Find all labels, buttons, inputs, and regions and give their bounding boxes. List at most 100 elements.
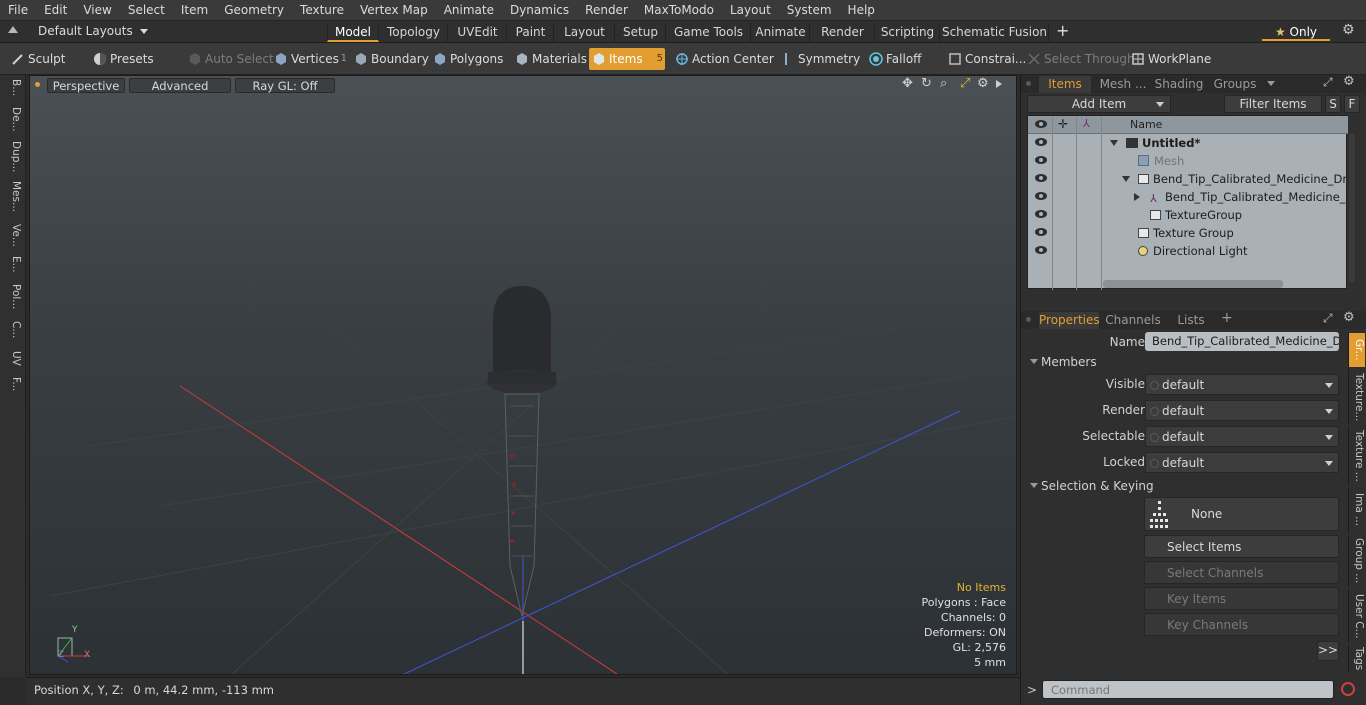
tab-properties[interactable]: Properties xyxy=(1039,312,1100,329)
tab-game-tools[interactable]: Game Tools xyxy=(667,23,751,42)
side-tab-texture-1[interactable]: Texture... xyxy=(1348,369,1365,425)
visibility-eye-icon[interactable] xyxy=(1035,156,1047,164)
tree-row-scene[interactable]: Untitled* xyxy=(1028,134,1348,152)
select-channels-button[interactable]: Select Channels xyxy=(1144,561,1339,584)
tree-row-directional-light[interactable]: Directional Light xyxy=(1028,242,1348,260)
side-tab-image[interactable]: Ima ... xyxy=(1348,487,1365,533)
advanced-button[interactable]: Advanced xyxy=(129,78,231,93)
expand-arrow-icon[interactable] xyxy=(1122,176,1130,182)
menu-render[interactable]: Render xyxy=(577,0,636,21)
filter-items-input[interactable]: Filter Items xyxy=(1224,95,1322,113)
tab-lists[interactable]: Lists xyxy=(1167,312,1215,329)
expand-arrow-icon[interactable] xyxy=(1110,140,1118,146)
menu-maxtomodo[interactable]: MaxToModo xyxy=(636,0,722,21)
s-filter-button[interactable]: S xyxy=(1325,95,1341,113)
expand-panel-icon[interactable]: ⤢ xyxy=(1323,75,1333,90)
add-tab-icon[interactable]: + xyxy=(1056,21,1069,40)
add-tab-icon[interactable]: + xyxy=(1221,310,1233,326)
auto-select-button[interactable]: Auto Select xyxy=(185,48,274,70)
menu-edit[interactable]: Edit xyxy=(36,0,75,21)
members-section[interactable]: Members xyxy=(1027,353,1347,371)
viewport-menu-dot[interactable] xyxy=(35,82,40,87)
f-filter-button[interactable]: F xyxy=(1344,95,1360,113)
falloff-button[interactable]: Falloff xyxy=(866,48,938,70)
tab-model[interactable]: Model xyxy=(327,23,379,42)
add-item-button[interactable]: Add Item xyxy=(1027,95,1171,113)
collapse-icon[interactable] xyxy=(8,26,18,33)
tab-layout[interactable]: Layout xyxy=(555,23,615,42)
visibility-eye-icon[interactable] xyxy=(1035,192,1047,200)
left-tab-polygon[interactable]: Pol... xyxy=(4,284,22,309)
side-tab-user-channels[interactable]: User C... xyxy=(1348,589,1365,643)
tab-animate[interactable]: Animate xyxy=(752,23,810,42)
tab-setup[interactable]: Setup xyxy=(616,23,666,42)
none-button[interactable]: None xyxy=(1144,497,1339,531)
vertices-button[interactable]: Vertices 1 xyxy=(271,48,347,70)
maximize-view-icon[interactable]: ⤢ xyxy=(960,76,970,91)
tab-topology[interactable]: Topology xyxy=(380,23,448,42)
panel-gear-icon[interactable]: ⚙ xyxy=(1343,310,1355,325)
materials-button[interactable]: Materials xyxy=(512,48,587,70)
polygons-button[interactable]: Polygons xyxy=(430,48,508,70)
left-tab-fusion[interactable]: F... xyxy=(4,377,22,391)
panel-gear-icon[interactable]: ⚙ xyxy=(1343,74,1355,89)
left-tab-b[interactable]: B... xyxy=(4,79,22,96)
name-field[interactable]: Bend_Tip_Calibrated_Medicine_Dropp xyxy=(1145,332,1339,351)
expand-panel-icon[interactable]: ⤢ xyxy=(1323,311,1333,326)
tab-items[interactable]: Items xyxy=(1039,76,1091,93)
tree-row-texture-group[interactable]: Texture Group xyxy=(1028,224,1348,242)
tree-horizontal-scrollbar[interactable] xyxy=(1103,280,1283,288)
menu-geometry[interactable]: Geometry xyxy=(216,0,292,21)
tab-uvedit[interactable]: UVEdit xyxy=(449,23,507,42)
tabs-more-icon[interactable] xyxy=(1267,81,1275,86)
visibility-eye-icon[interactable] xyxy=(1035,174,1047,182)
workplane-button[interactable]: WorkPlane xyxy=(1128,48,1212,70)
menu-vertex-map[interactable]: Vertex Map xyxy=(352,0,436,21)
tab-scripting[interactable]: Scripting xyxy=(876,23,940,42)
only-toggle[interactable]: ★ Only xyxy=(1262,23,1330,41)
left-tab-edge[interactable]: E... xyxy=(4,256,22,273)
zoom-view-icon[interactable]: ⌕ xyxy=(940,76,947,91)
tab-channels[interactable]: Channels xyxy=(1103,312,1163,329)
side-tab-texture-2[interactable]: Texture ... xyxy=(1348,427,1365,485)
3d-viewport[interactable]: Y X Z Perspective Advanced Ray GL: Off ✥… xyxy=(29,75,1017,675)
locked-dropdown[interactable]: default xyxy=(1145,452,1339,473)
tree-vertical-scrollbar[interactable] xyxy=(1349,133,1355,283)
symmetry-button[interactable]: Symmetry xyxy=(778,48,860,70)
menu-item[interactable]: Item xyxy=(173,0,216,21)
left-tab-mesh[interactable]: Mes... xyxy=(4,181,22,212)
key-items-button[interactable]: Key Items xyxy=(1144,587,1339,610)
ray-gl-button[interactable]: Ray GL: Off xyxy=(235,78,335,93)
panel-menu-dot[interactable] xyxy=(1026,81,1031,86)
sculpt-button[interactable]: Sculpt xyxy=(8,48,86,70)
view-menu-arrow-icon[interactable] xyxy=(996,80,1002,88)
panel-menu-dot[interactable] xyxy=(1026,317,1031,322)
tree-row-mesh[interactable]: Mesh xyxy=(1028,152,1348,170)
tab-mesh[interactable]: Mesh ... xyxy=(1095,76,1151,93)
layouts-dropdown[interactable]: Default Layouts xyxy=(38,24,148,38)
view-settings-icon[interactable]: ⚙ xyxy=(977,76,989,91)
menu-view[interactable]: View xyxy=(75,0,119,21)
left-tab-deform[interactable]: De... xyxy=(4,107,22,132)
collapsed-arrow-icon[interactable] xyxy=(1134,193,1140,201)
menu-layout[interactable]: Layout xyxy=(722,0,779,21)
tree-row-texturegroup[interactable]: TextureGroup xyxy=(1028,206,1348,224)
left-tab-duplicate[interactable]: Dup... xyxy=(4,141,22,172)
boundary-button[interactable]: Boundary xyxy=(351,48,429,70)
tab-groups[interactable]: Groups xyxy=(1209,76,1261,93)
tree-row-bend-tip-mesh[interactable]: ⅄ Bend_Tip_Calibrated_Medicine_Dro... xyxy=(1028,188,1348,206)
key-channels-button[interactable]: Key Channels xyxy=(1144,613,1339,636)
items-button[interactable]: Items 5 xyxy=(589,48,665,70)
tab-paint[interactable]: Paint xyxy=(508,23,554,42)
rotate-view-icon[interactable]: ↻ xyxy=(921,76,932,91)
tree-row-bend-tip-group[interactable]: Bend_Tip_Calibrated_Medicine_Dropp... xyxy=(1028,170,1348,188)
menu-texture[interactable]: Texture xyxy=(292,0,352,21)
menu-system[interactable]: System xyxy=(779,0,840,21)
visibility-eye-icon[interactable] xyxy=(1035,228,1047,236)
name-column-header[interactable]: Name xyxy=(1130,118,1162,131)
selectable-dropdown[interactable]: default xyxy=(1145,426,1339,447)
record-icon[interactable] xyxy=(1341,682,1355,696)
tab-shading[interactable]: Shading xyxy=(1151,76,1207,93)
menu-help[interactable]: Help xyxy=(840,0,883,21)
selection-keying-section[interactable]: Selection & Keying xyxy=(1027,477,1347,495)
